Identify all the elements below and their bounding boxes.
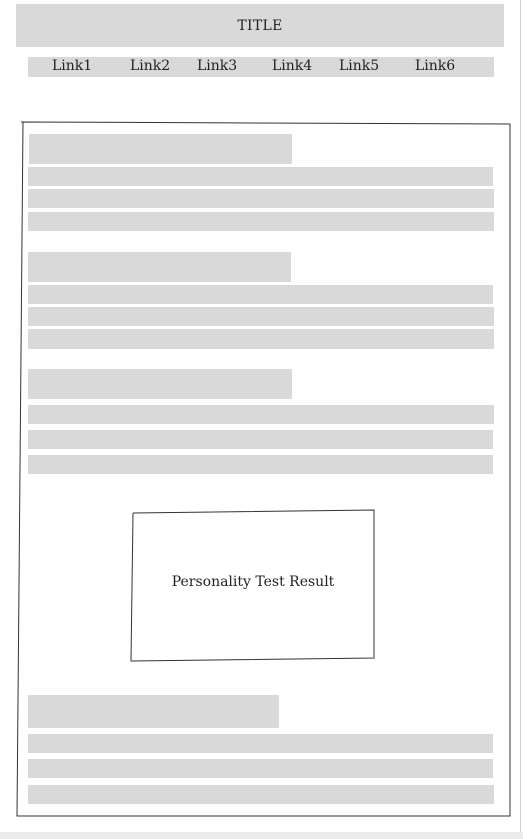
nav-link-5[interactable]: Link5 bbox=[339, 57, 379, 77]
section-3-line-1-placeholder bbox=[28, 405, 494, 424]
section-1-line-2-placeholder bbox=[28, 189, 494, 208]
section-3-heading-placeholder bbox=[28, 369, 292, 399]
section-1-heading-placeholder bbox=[29, 134, 292, 164]
nav-link-4[interactable]: Link4 bbox=[272, 57, 312, 77]
header-title-bar: TITLE bbox=[16, 4, 504, 47]
section-2-line-1-placeholder bbox=[28, 285, 493, 304]
nav-link-6[interactable]: Link6 bbox=[415, 57, 455, 77]
nav-link-3[interactable]: Link3 bbox=[197, 57, 237, 77]
section-4-heading-placeholder bbox=[28, 695, 279, 728]
personality-test-result-label: Personality Test Result bbox=[171, 574, 335, 590]
nav-link-2[interactable]: Link2 bbox=[130, 57, 170, 77]
nav-bar: Link1 Link2 Link3 Link4 Link5 Link6 bbox=[28, 57, 494, 77]
section-4-line-3-placeholder bbox=[28, 785, 494, 804]
section-1-line-1-placeholder bbox=[28, 167, 493, 186]
page-edge-bottom bbox=[0, 832, 523, 839]
section-2-line-2-placeholder bbox=[28, 307, 494, 326]
section-2-line-3-placeholder bbox=[28, 329, 494, 349]
section-4-line-2-placeholder bbox=[28, 759, 493, 778]
section-2-heading-placeholder bbox=[28, 252, 291, 282]
page-edge-right bbox=[520, 0, 521, 832]
nav-link-1[interactable]: Link1 bbox=[52, 57, 92, 77]
section-3-line-2-placeholder bbox=[28, 430, 493, 449]
section-3-line-3-placeholder bbox=[28, 455, 493, 474]
section-4-line-1-placeholder bbox=[28, 734, 493, 753]
section-1-line-3-placeholder bbox=[28, 212, 494, 231]
page-title: TITLE bbox=[237, 17, 283, 34]
